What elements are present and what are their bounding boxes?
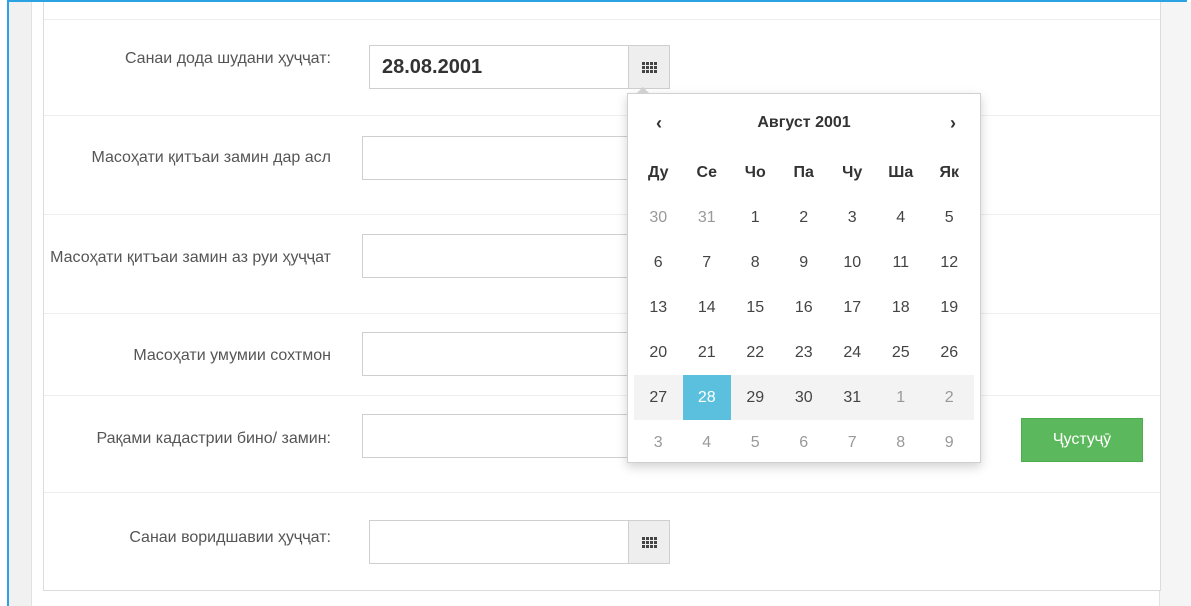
calendar-grid-icon xyxy=(641,61,657,73)
day-cell[interactable]: 26 xyxy=(925,330,974,375)
day-cell[interactable]: 20 xyxy=(634,330,683,375)
cadastral-input[interactable] xyxy=(362,414,630,458)
datepicker-popup: ‹ Август 2001 › Ду Се Чо Па Чу Ша Як 30 31 1 2 3 4 5 6… xyxy=(627,87,981,465)
right-gutter xyxy=(1159,2,1191,606)
weekday-header: Па xyxy=(793,163,814,181)
day-cell[interactable]: 12 xyxy=(925,240,974,285)
day-cell[interactable]: 18 xyxy=(877,285,926,330)
day-cell[interactable]: 4 xyxy=(877,195,926,240)
day-cell[interactable]: 19 xyxy=(925,285,974,330)
building-area-label: Масоҳати умумии сохтмон xyxy=(133,347,331,364)
day-cell[interactable]: 6 xyxy=(780,420,829,465)
row-divider xyxy=(44,313,1160,314)
weekday-header: Чо xyxy=(744,163,766,181)
day-cell[interactable]: 30 xyxy=(634,195,683,240)
day-cell[interactable]: 7 xyxy=(828,420,877,465)
row-divider xyxy=(44,492,1160,493)
issue-date-input[interactable]: 28.08.2001 xyxy=(369,45,629,89)
weekday-header: Чу xyxy=(842,163,863,181)
day-cell[interactable]: 10 xyxy=(828,240,877,285)
day-cell[interactable]: 23 xyxy=(780,330,829,375)
form-panel xyxy=(43,2,1161,591)
prev-month-button[interactable]: ‹ xyxy=(644,108,674,138)
next-month-button[interactable]: › xyxy=(938,108,968,138)
month-year-title[interactable]: Август 2001 xyxy=(694,108,914,138)
panel-top-strip xyxy=(44,2,1160,20)
day-cell[interactable]: 5 xyxy=(731,420,780,465)
row-divider xyxy=(44,214,1160,215)
area-document-label: Масоҳати қитъаи замин аз руи ҳуҷҷат xyxy=(50,249,331,266)
day-cell[interactable]: 1 xyxy=(876,375,925,420)
day-cell[interactable]: 15 xyxy=(731,285,780,330)
day-cell[interactable]: 5 xyxy=(925,195,974,240)
row-divider xyxy=(44,115,1160,116)
weekday-header: Се xyxy=(696,163,717,181)
day-cell[interactable]: 2 xyxy=(780,195,829,240)
weekday-header: Ша xyxy=(888,163,914,181)
day-cell[interactable]: 7 xyxy=(683,240,732,285)
building-area-input[interactable] xyxy=(362,332,630,376)
cadastral-label: Рақами кадастрии бино/ замин: xyxy=(96,430,331,447)
day-cell[interactable]: 31 xyxy=(828,375,877,420)
entry-date-input[interactable] xyxy=(369,520,629,564)
day-cell[interactable]: 14 xyxy=(683,285,732,330)
day-cell[interactable]: 2 xyxy=(925,375,974,420)
issue-date-label: Санаи дода шудани ҳуҷҷат: xyxy=(124,50,331,67)
day-cell[interactable]: 9 xyxy=(925,420,974,465)
day-cell[interactable]: 3 xyxy=(634,420,683,465)
weekday-header: Як xyxy=(939,163,959,181)
day-cell[interactable]: 4 xyxy=(683,420,732,465)
day-cell[interactable]: 6 xyxy=(634,240,683,285)
day-cell[interactable]: 24 xyxy=(828,330,877,375)
area-original-label: Масоҳати қитъаи замин дар асл xyxy=(91,149,331,166)
row-divider xyxy=(44,395,1160,396)
calendar-grid-icon xyxy=(641,536,657,548)
entry-date-label: Санаи воридшавии ҳуҷҷат: xyxy=(129,529,331,546)
issue-date-calendar-button[interactable] xyxy=(628,45,670,89)
search-button[interactable]: Ҷустуҷӯ xyxy=(1021,418,1143,462)
left-gutter xyxy=(9,2,32,606)
day-cell[interactable]: 11 xyxy=(877,240,926,285)
weekday-header: Ду xyxy=(648,163,669,181)
datepicker-header: ‹ Август 2001 › xyxy=(634,108,974,138)
day-cell[interactable]: 9 xyxy=(780,240,829,285)
day-cell[interactable]: 8 xyxy=(877,420,926,465)
day-cell[interactable]: 29 xyxy=(731,375,780,420)
day-cell[interactable]: 8 xyxy=(731,240,780,285)
calendar-grid: Ду Се Чо Па Чу Ша Як 30 31 1 2 3 4 5 6 7 8 9 10 11 12 13 14 15 1… xyxy=(634,150,974,465)
day-cell[interactable]: 30 xyxy=(779,375,828,420)
day-cell[interactable]: 31 xyxy=(683,195,732,240)
day-cell[interactable]: 27 xyxy=(634,375,683,420)
day-cell[interactable]: 1 xyxy=(731,195,780,240)
day-cell[interactable]: 22 xyxy=(731,330,780,375)
day-cell[interactable]: 3 xyxy=(828,195,877,240)
entry-date-calendar-button[interactable] xyxy=(628,520,670,564)
day-cell[interactable]: 17 xyxy=(828,285,877,330)
selected-day-cell[interactable]: 28 xyxy=(682,375,731,420)
day-cell[interactable]: 25 xyxy=(877,330,926,375)
area-original-input[interactable] xyxy=(362,136,630,180)
day-cell[interactable]: 16 xyxy=(780,285,829,330)
day-cell[interactable]: 21 xyxy=(683,330,732,375)
area-document-input[interactable] xyxy=(362,234,630,278)
day-cell[interactable]: 13 xyxy=(634,285,683,330)
